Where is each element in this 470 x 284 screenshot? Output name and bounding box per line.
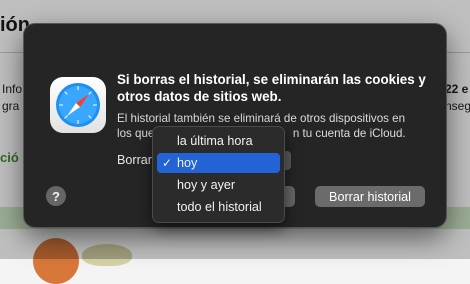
menu-item-label: hoy y ayer <box>177 178 236 192</box>
dialog-title: Si borras el historial, se eliminarán la… <box>117 72 426 104</box>
menu-item-today-and-yesterday[interactable]: hoy y ayer <box>157 175 280 195</box>
menu-item-all-history[interactable]: todo el historial <box>157 197 280 217</box>
menu-item-label: hoy <box>177 156 198 170</box>
menu-item-label: todo el historial <box>177 200 262 214</box>
checkmark-icon: ✓ <box>161 156 173 170</box>
menu-item-last-hour[interactable]: la última hora <box>157 131 280 151</box>
safari-compass-icon <box>50 77 106 133</box>
dialog-body-line-2-end: n tu cuenta de iCloud. <box>292 127 406 140</box>
clear-history-button[interactable]: Borrar historial <box>315 186 425 207</box>
clear-period-menu: la última hora ✓ hoy hoy y ayer todo el … <box>153 127 284 222</box>
dialog-body-line-1: El historial también se eliminará de otr… <box>117 112 406 125</box>
help-button[interactable]: ? <box>46 186 66 206</box>
clear-period-label: Borrar <box>117 153 152 167</box>
dialog-body-line-2-start: los que <box>117 127 155 140</box>
menu-item-label: la última hora <box>177 134 253 148</box>
menu-item-today[interactable]: ✓ hoy <box>157 153 280 173</box>
